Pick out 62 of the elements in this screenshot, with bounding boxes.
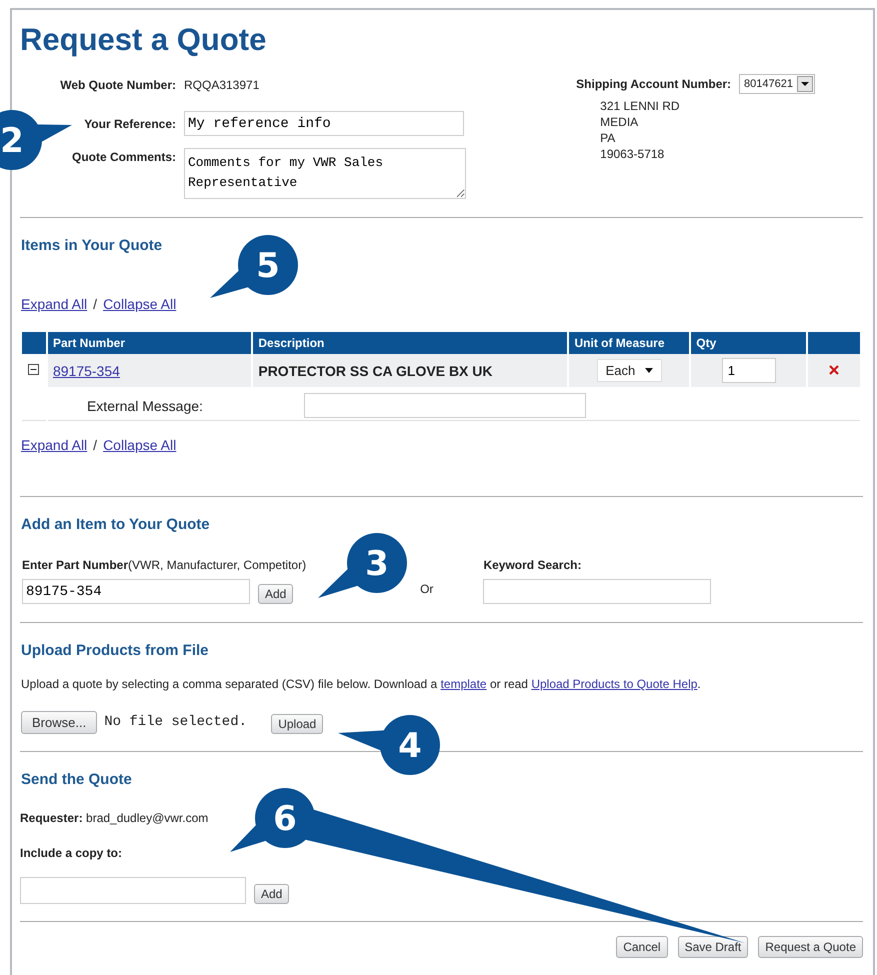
part-number-label: Enter Part Number(VWR, Manufacturer, Competitor) (22, 558, 306, 572)
browse-button[interactable]: Browse... (21, 710, 98, 734)
account-dropdown[interactable]: 80147621 (739, 74, 815, 94)
field-label: Your Reference: (83, 116, 176, 130)
part-number-field[interactable]: 89175-354 (22, 579, 250, 604)
action-button[interactable]: Request a Quote (758, 936, 863, 958)
requester-text: Requester: brad_dudley@vwr.com (20, 811, 208, 825)
part-number-link[interactable]: 89175-354 (52, 362, 120, 378)
or-label: Or (420, 582, 434, 596)
copy-email-field[interactable] (20, 877, 246, 904)
address-line: MEDIA (600, 114, 640, 130)
expand-all-link[interactable]: Expand All (21, 296, 88, 312)
callout-number: 6 (273, 799, 297, 839)
expand-all-link[interactable]: Expand All (21, 437, 88, 453)
template-link[interactable]: template (440, 677, 487, 691)
column-header: Unit of Measure (569, 332, 690, 354)
external-message-field[interactable] (304, 393, 586, 418)
field-label: Shipping Account Number: (576, 77, 732, 91)
description-cell: PROTECTOR SS CA GLOVE BX UK (258, 362, 492, 378)
field-label: Quote Comments: (70, 150, 176, 164)
column-header: Qty (691, 332, 806, 354)
column-header: Part Number (48, 332, 252, 354)
action-button[interactable]: Cancel (616, 936, 668, 958)
quantity-field[interactable]: 1 (722, 358, 776, 383)
section-heading: Send the Quote (21, 771, 132, 788)
unit-dropdown[interactable]: Each (596, 359, 662, 382)
add-button[interactable]: Add (254, 884, 290, 904)
section-heading: Upload Products from File (21, 642, 209, 659)
separator: / (93, 296, 98, 312)
column-header: Description (253, 332, 568, 354)
reference-field[interactable]: My reference info (184, 111, 464, 136)
separator: / (93, 437, 98, 453)
action-button[interactable]: Save Draft (678, 936, 748, 958)
callout-marker (0, 110, 72, 170)
collapse-all-link[interactable]: Collapse All (103, 296, 176, 312)
add-button[interactable]: Add (258, 584, 294, 604)
callout-number: 2 (0, 121, 24, 161)
callout-number: 5 (256, 246, 280, 286)
section-heading: Add an Item to Your Quote (21, 516, 210, 533)
delete-icon[interactable] (829, 365, 840, 375)
keyword-search-field[interactable] (483, 579, 712, 604)
address-line: 19063-5718 (600, 146, 666, 162)
upload-instructions: Upload a quote by selecting a comma separated (CSV) file below. Download a template or read Upload Products to Quote Help. (21, 677, 701, 691)
file-status: No file selected. (104, 714, 248, 730)
header-cell (22, 332, 46, 354)
keyword-label: Keyword Search: (483, 558, 582, 572)
header-cell (808, 332, 860, 354)
upload-button[interactable]: Upload (271, 714, 324, 734)
address-line: 321 LENNI RD (600, 98, 681, 114)
callout-number: 4 (398, 726, 422, 766)
external-message-label: External Message: (86, 398, 204, 414)
address-line: PA (600, 130, 616, 146)
field-label: Web Quote Number: (59, 78, 176, 92)
comments-field[interactable]: Comments for my VWR Sales Representative (184, 148, 466, 199)
callout-number: 3 (365, 544, 389, 584)
quote-number: RQQA313971 (184, 78, 260, 92)
help-link[interactable]: Upload Products to Quote Help (531, 677, 698, 691)
copy-label: Include a copy to: (20, 846, 122, 860)
collapse-all-link[interactable]: Collapse All (103, 437, 176, 453)
toggle-icon[interactable] (28, 364, 40, 375)
section-heading: Items in Your Quote (21, 237, 162, 254)
page-title: Request a Quote (20, 22, 268, 58)
